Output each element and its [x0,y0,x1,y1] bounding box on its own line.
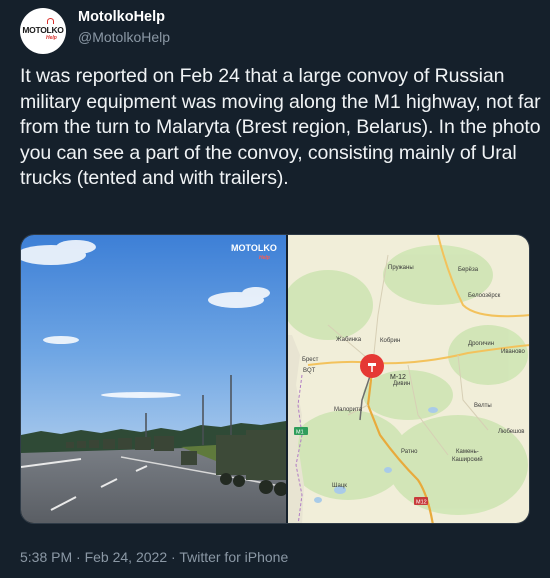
tweet-time[interactable]: 5:38 PM [20,549,72,565]
map-image[interactable]: Пружаны Берёза Белоозёрск Жабинка Кобрин… [288,235,530,524]
photo-watermark: MOTOLKO [231,243,277,253]
map-label-shatsk: Шацк [332,483,347,489]
map-label-ratno: Ратно [401,449,418,455]
meta-separator: · [76,549,81,565]
svg-text:M12: M12 [416,500,427,506]
map-pin-icon [360,354,384,378]
tweet-header: MOTOLKO Help MotolkoHelp @MotolkoHelp [20,8,530,54]
tweet-text: It was reported on Feb 24 that a large c… [20,65,541,189]
map-label-m12: M-12 [390,374,406,381]
map-label-brest: Брест [302,357,319,363]
avatar-logo-text: MOTOLKO [22,25,64,35]
map-label-malorita: Малорита [334,407,363,413]
map-label-bqt: BQT [303,368,316,374]
road-shield-m12: M12 [414,497,428,506]
photo-watermark-sub: Help [259,255,270,261]
convoy-photo[interactable]: MOTOLKO Help [21,235,286,524]
map-label-beloozersk: Белоозёрск [468,293,501,299]
media-grid: MOTOLKO Help Пружаны Берёза Белоозёрск Ж… [20,234,530,524]
map-label-kashirsky: Каширский [452,456,483,463]
map-label-bereza: Берёза [458,267,479,273]
tweet-meta: 5:38 PM · Feb 24, 2022 · Twitter for iPh… [20,549,288,565]
svg-text:M1: M1 [296,430,304,436]
user-handle[interactable]: @MotolkoHelp [78,29,170,45]
map-label-zhabinka: Жабинка [336,337,362,343]
map-label-ivanovo: Иваново [501,349,526,355]
road-shield-m1: M1 [294,427,308,436]
display-name[interactable]: MotolkoHelp [78,9,165,25]
meta-separator-2: · [171,549,176,565]
map-label-divin: Дивин [393,381,410,387]
map-label-kamen: Камень- [456,449,479,455]
map-label-drogichin: Дрогичин [468,341,494,347]
tweet-date[interactable]: Feb 24, 2022 [85,549,168,565]
map-label-pruzhany: Пружаны [388,265,414,271]
avatar-logo-mark [47,18,54,24]
map-label-lyubeshov: Любешов [498,429,524,435]
map-label-kobrin: Кобрин [380,338,400,344]
avatar-logo-sub: Help [46,35,57,41]
map-label-velty: Велты [474,403,492,409]
avatar[interactable]: MOTOLKO Help [20,8,66,54]
tweet-source[interactable]: Twitter for iPhone [179,549,288,565]
